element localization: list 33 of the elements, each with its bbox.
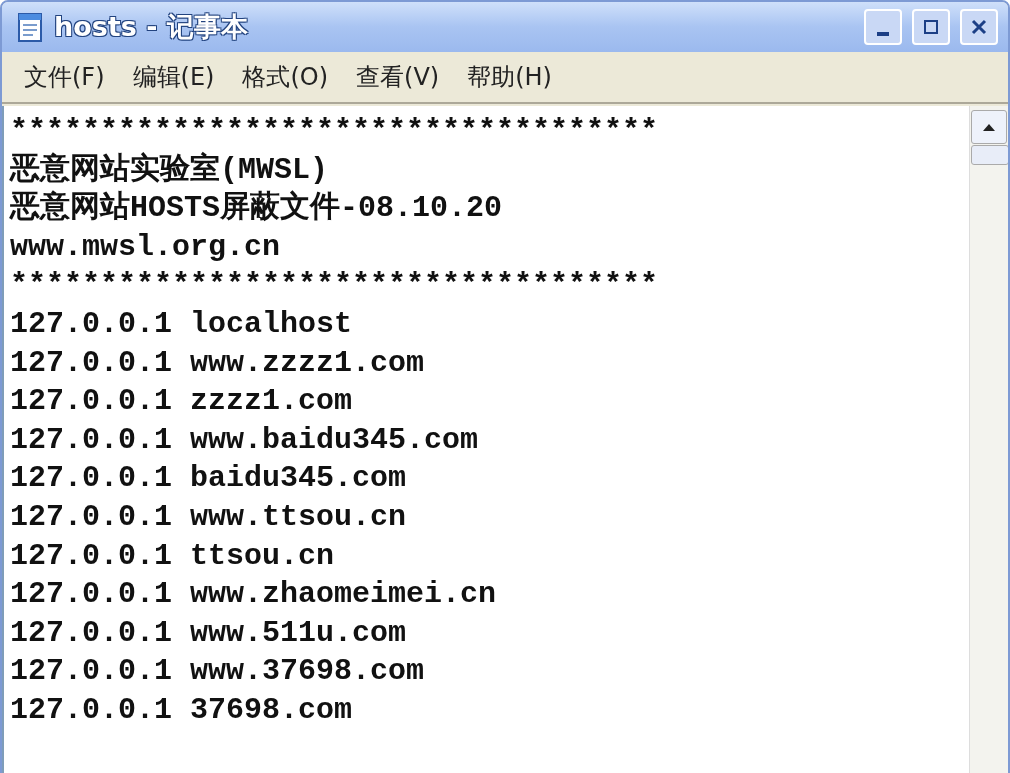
maximize-icon <box>922 18 940 36</box>
menu-item[interactable]: 格式(O) <box>232 57 339 97</box>
text-line: ************************************ <box>10 267 660 305</box>
up-arrow-icon <box>981 122 997 132</box>
close-icon <box>970 18 988 36</box>
text-line: 127.0.0.1 www.ttsou.cn <box>10 498 408 536</box>
minimize-icon <box>877 32 889 36</box>
menu-item[interactable]: 查看(V) <box>346 57 450 97</box>
text-line: 127.0.0.1 baidu345.com <box>10 460 408 498</box>
notepad-icon <box>16 11 44 43</box>
text-line: ************************************ <box>10 113 660 150</box>
text-line: 127.0.0.1 www.zhaomeimei.cn <box>10 576 498 614</box>
text-line: 127.0.0.1 www.511u.com <box>10 614 408 652</box>
scroll-thumb[interactable] <box>971 145 1008 165</box>
text-line: 127.0.0.1 www.baidu345.com <box>10 421 480 459</box>
maximize-button[interactable] <box>912 9 950 45</box>
text-line: 127.0.0.1 37698.com <box>10 691 354 729</box>
scrollbar[interactable] <box>969 106 1008 773</box>
text-line: 127.0.0.1 zzzz1.com <box>10 383 354 421</box>
menu-item[interactable]: 帮助(H) <box>457 57 562 97</box>
menu-item[interactable]: 编辑(E) <box>122 57 225 97</box>
text-line: 恶意网站实验室(MWSL) <box>10 151 330 189</box>
text-line: 127.0.0.1 ttsou.cn <box>10 537 336 575</box>
minimize-button[interactable] <box>864 9 902 45</box>
text-line: www.mwsl.org.cn <box>10 228 282 266</box>
text-line: 127.0.0.1 www.37698.com <box>10 653 426 691</box>
text-line: 127.0.0.1 www.zzzz1.com <box>10 344 426 382</box>
scroll-up-button[interactable] <box>971 110 1007 144</box>
window-title: hosts - 记事本 <box>54 10 249 44</box>
close-button[interactable] <box>960 9 998 45</box>
menu-item[interactable]: 文件(F) <box>14 57 115 97</box>
text-line: 127.0.0.1 localhost <box>10 305 354 343</box>
text-line: 恶意网站HOSTS屏蔽文件-08.10.20 <box>10 189 504 228</box>
